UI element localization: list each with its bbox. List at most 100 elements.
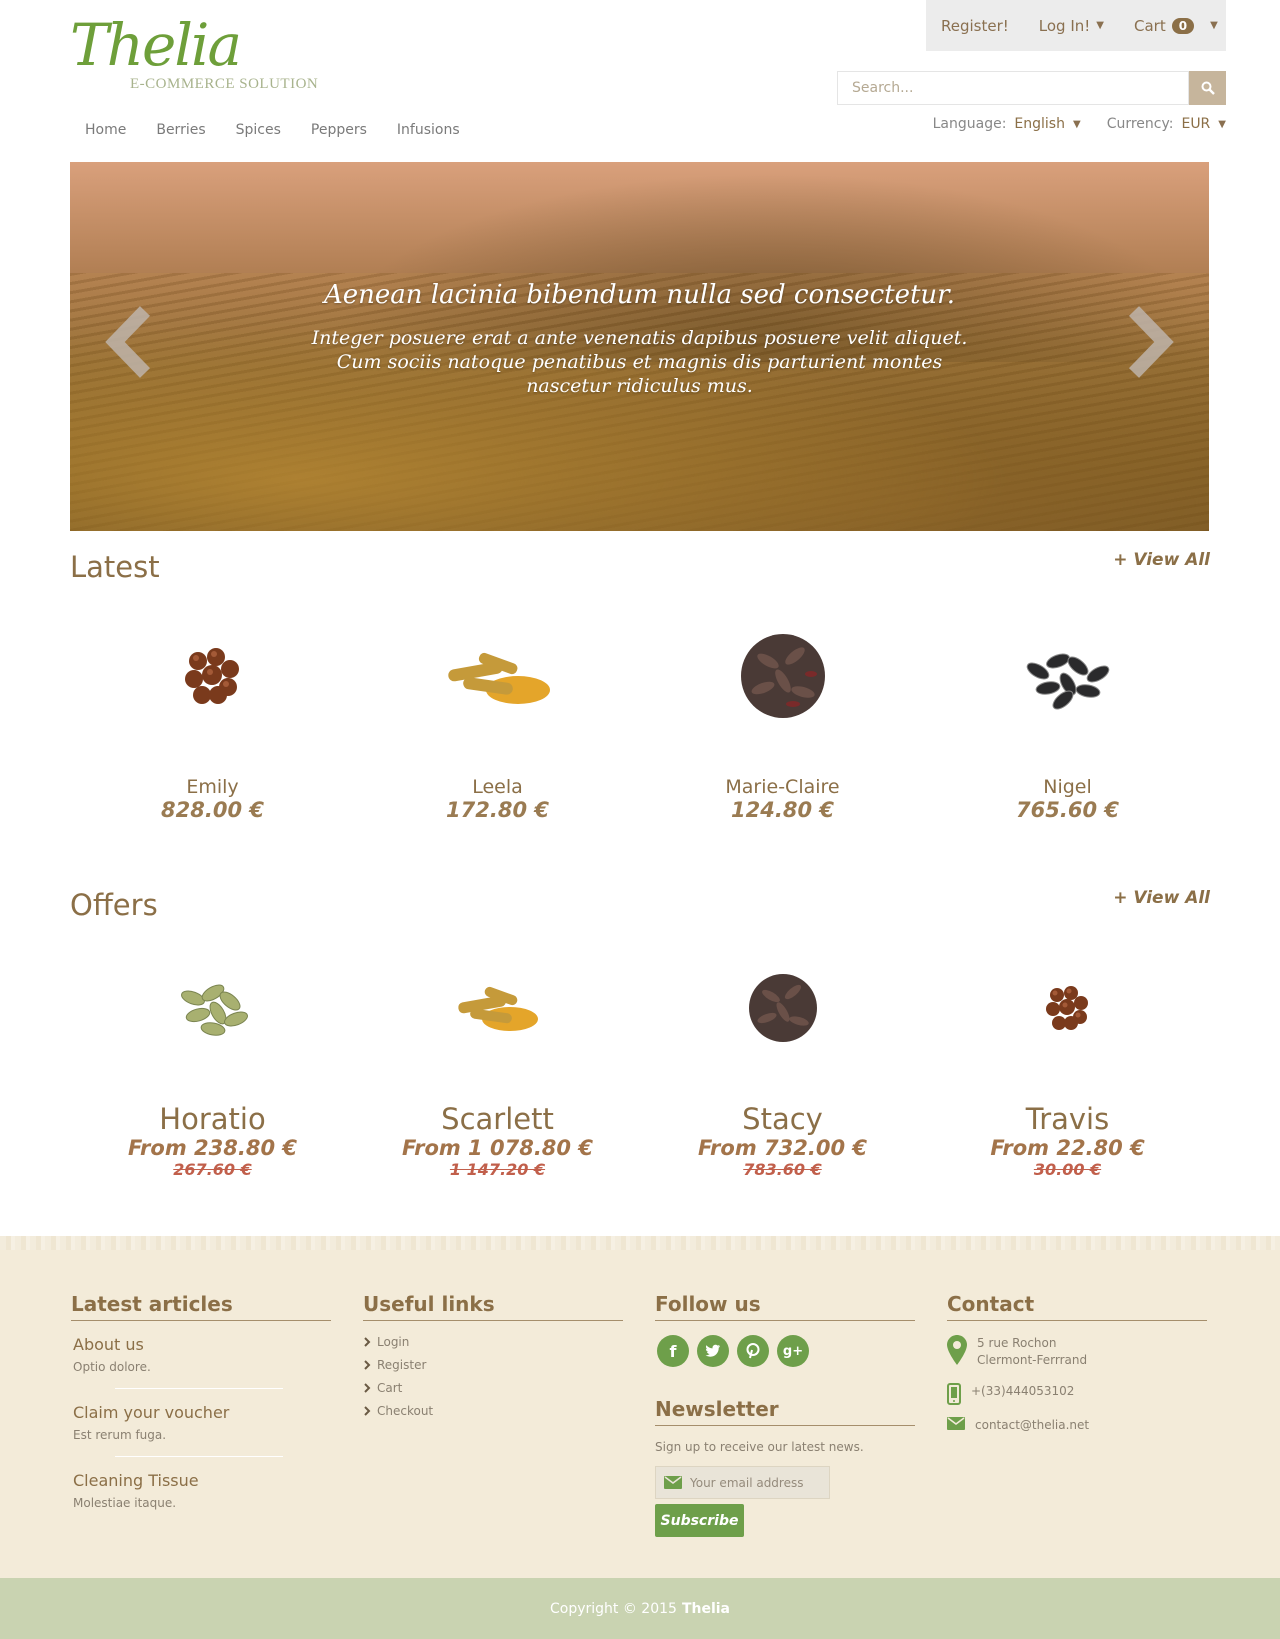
link-label: Login bbox=[377, 1335, 410, 1349]
cardamom-image bbox=[180, 984, 248, 1036]
product-image[interactable] bbox=[355, 938, 640, 1078]
address-line: 5 rue Rochon bbox=[977, 1336, 1057, 1350]
article-item[interactable]: About us Optio dolore. bbox=[71, 1335, 331, 1374]
nav-item-spices[interactable]: Spices bbox=[221, 122, 296, 138]
product-old-price: 1 147.20 € bbox=[449, 1160, 546, 1179]
copyright-brand-link[interactable]: Thelia bbox=[682, 1601, 730, 1617]
product-price: 124.80 € bbox=[731, 798, 834, 822]
product-card[interactable]: Scarlett From 1 078.80 € 1 147.20 € bbox=[355, 938, 640, 1179]
chevron-right-icon bbox=[364, 1360, 371, 1370]
product-image[interactable] bbox=[925, 938, 1210, 1078]
newsletter-heading: Newsletter bbox=[655, 1397, 915, 1426]
nav-item-home[interactable]: Home bbox=[70, 122, 141, 138]
hero-description: Integer posuere erat a ante venenatis da… bbox=[311, 327, 968, 397]
register-link[interactable]: Register! bbox=[926, 17, 1024, 35]
copyright-bar: Copyright © 2015 Thelia bbox=[0, 1578, 1280, 1639]
footer-link-login[interactable]: Login bbox=[363, 1335, 623, 1349]
subscribe-button[interactable]: Subscribe bbox=[655, 1504, 744, 1537]
article-title[interactable]: Cleaning Tissue bbox=[73, 1471, 331, 1490]
product-old-price: 267.60 € bbox=[173, 1160, 252, 1179]
product-name[interactable]: Emily bbox=[70, 776, 355, 798]
turmeric-image bbox=[447, 652, 550, 704]
logo[interactable]: Thelia E-COMMERCE SOLUTION bbox=[70, 14, 318, 94]
contact-address: 5 rue Rochon Clermont-Ferrrand bbox=[947, 1335, 1207, 1369]
cart-label: Cart bbox=[1134, 16, 1166, 35]
contact-email[interactable]: contact@thelia.net bbox=[947, 1417, 1207, 1434]
article-summary: Optio dolore. bbox=[73, 1360, 151, 1374]
google-plus-icon[interactable]: g+ bbox=[777, 1335, 809, 1367]
contact-phone: +(33)444053102 bbox=[947, 1383, 1207, 1405]
carousel-prev-button[interactable] bbox=[100, 302, 160, 382]
envelope-icon bbox=[947, 1417, 965, 1430]
product-image[interactable] bbox=[70, 606, 355, 746]
article-title[interactable]: Claim your voucher bbox=[73, 1403, 331, 1422]
preferences: Language: English ▼ Currency: EUR ▼ bbox=[933, 116, 1226, 132]
product-name[interactable]: Scarlett bbox=[355, 1102, 640, 1136]
product-image[interactable] bbox=[70, 938, 355, 1078]
product-card[interactable]: Leela 172.80 € bbox=[355, 606, 640, 822]
product-name[interactable]: Leela bbox=[355, 776, 640, 798]
offers-view-all-link[interactable]: + View All bbox=[1113, 888, 1210, 908]
footer-link-checkout[interactable]: Checkout bbox=[363, 1404, 623, 1418]
twitter-bird-glyph bbox=[705, 1344, 720, 1357]
caret-down-icon: ▼ bbox=[1218, 118, 1226, 130]
product-name[interactable]: Horatio bbox=[70, 1102, 355, 1136]
hero-title: Aenean lacinia bibendum nulla sed consec… bbox=[323, 280, 955, 310]
address-text: 5 rue Rochon Clermont-Ferrrand bbox=[977, 1335, 1087, 1369]
offers-title: Offers bbox=[70, 888, 158, 922]
product-name[interactable]: Marie-Claire bbox=[640, 776, 925, 798]
email-input[interactable] bbox=[690, 1475, 820, 1490]
pinterest-icon[interactable] bbox=[737, 1335, 769, 1367]
newsletter-email-field bbox=[655, 1466, 830, 1499]
search-input[interactable] bbox=[837, 71, 1189, 105]
product-name[interactable]: Travis bbox=[925, 1102, 1210, 1136]
product-card[interactable]: Emily 828.00 € bbox=[70, 606, 355, 822]
product-price: From 1 078.80 € bbox=[402, 1136, 593, 1160]
carousel-next-button[interactable] bbox=[1119, 302, 1179, 382]
product-image[interactable] bbox=[925, 606, 1210, 746]
product-price: From 732.00 € bbox=[698, 1136, 867, 1160]
product-name[interactable]: Nigel bbox=[925, 776, 1210, 798]
language-selector[interactable]: Language: English ▼ bbox=[933, 116, 1081, 132]
pinterest-glyph bbox=[746, 1343, 760, 1359]
nav-item-peppers[interactable]: Peppers bbox=[296, 122, 382, 138]
product-price: 828.00 € bbox=[161, 798, 264, 822]
latest-view-all-link[interactable]: + View All bbox=[1113, 550, 1210, 570]
link-label: Register bbox=[377, 1358, 427, 1372]
cart-link[interactable]: Cart 0 ▼ bbox=[1119, 17, 1233, 35]
product-image[interactable] bbox=[355, 606, 640, 746]
pepper-pods-image bbox=[748, 974, 817, 1042]
article-title[interactable]: About us bbox=[73, 1335, 331, 1354]
product-image[interactable] bbox=[640, 938, 925, 1078]
product-card[interactable]: Horatio From 238.80 € 267.60 € bbox=[70, 938, 355, 1179]
twitter-icon[interactable] bbox=[697, 1335, 729, 1367]
article-item[interactable]: Cleaning Tissue Molestiae itaque. bbox=[71, 1471, 331, 1510]
product-card[interactable]: Stacy From 732.00 € 783.60 € bbox=[640, 938, 925, 1179]
article-summary: Molestiae itaque. bbox=[73, 1496, 177, 1510]
product-card[interactable]: Marie-Claire 124.80 € bbox=[640, 606, 925, 822]
product-card[interactable]: Nigel 765.60 € bbox=[925, 606, 1210, 822]
product-price: From 22.80 € bbox=[990, 1136, 1145, 1160]
nav-item-infusions[interactable]: Infusions bbox=[382, 122, 475, 138]
chevron-right-icon bbox=[364, 1337, 371, 1347]
footer-link-register[interactable]: Register bbox=[363, 1358, 623, 1372]
login-link[interactable]: Log In! ▼ bbox=[1024, 17, 1119, 35]
article-item[interactable]: Claim your voucher Est rerum fuga. bbox=[71, 1403, 331, 1442]
chevron-left-icon bbox=[105, 306, 151, 378]
language-value: English bbox=[1014, 116, 1065, 132]
currency-label: Currency: bbox=[1106, 116, 1174, 132]
search-button[interactable] bbox=[1189, 71, 1226, 105]
newsletter-description: Sign up to receive our latest news. bbox=[655, 1440, 864, 1454]
nav-item-berries[interactable]: Berries bbox=[141, 122, 220, 138]
product-name[interactable]: Stacy bbox=[640, 1102, 925, 1136]
berries-image bbox=[184, 648, 239, 704]
mobile-phone-icon bbox=[947, 1383, 961, 1405]
facebook-icon[interactable]: f bbox=[657, 1335, 689, 1367]
offers-products: Horatio From 238.80 € 267.60 € Scarlett … bbox=[70, 938, 1210, 1179]
product-card[interactable]: Travis From 22.80 € 30.00 € bbox=[925, 938, 1210, 1179]
product-image[interactable] bbox=[640, 606, 925, 746]
hero-carousel: Aenean lacinia bibendum nulla sed consec… bbox=[70, 162, 1209, 531]
footer-link-cart[interactable]: Cart bbox=[363, 1381, 623, 1395]
email-address[interactable]: contact@thelia.net bbox=[975, 1417, 1089, 1434]
currency-selector[interactable]: Currency: EUR ▼ bbox=[1107, 116, 1226, 132]
